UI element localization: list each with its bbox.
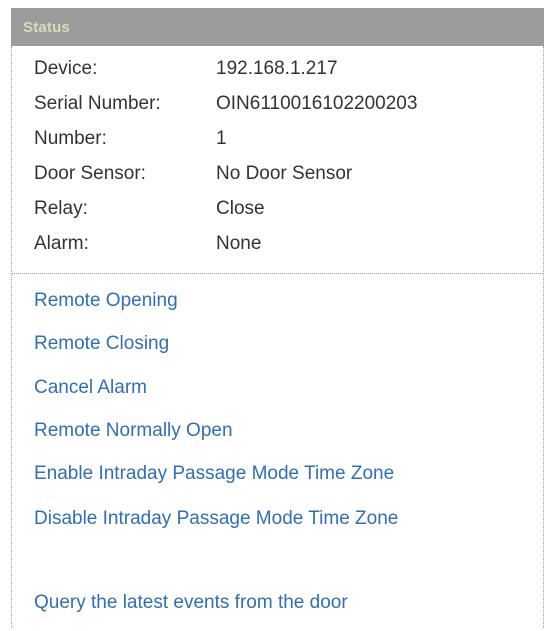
info-value: No Door Sensor [216,163,353,184]
info-label: Serial Number: [34,93,161,114]
disable-intraday-passage-mode-link[interactable]: Disable Intraday Passage Mode Time Zone [34,506,494,532]
info-label: Device: [34,58,98,79]
remote-opening-link[interactable]: Remote Opening [34,288,539,314]
panel-body: Device: 192.168.1.217 Serial Number: OIN… [11,46,544,628]
info-label: Door Sensor: [34,163,146,184]
panel-header: Status [11,8,544,46]
divider [12,273,543,274]
status-panel: Status Device: 192.168.1.217 Serial Numb… [11,8,544,628]
info-value: OIN6110016102200203 [216,93,418,114]
info-label: Relay: [34,198,88,219]
remote-normally-open-link[interactable]: Remote Normally Open [34,418,539,444]
info-label: Number: [34,128,107,149]
info-value: 192.168.1.217 [216,58,338,79]
info-value: None [216,233,262,254]
panel-title: Status [23,19,71,36]
remote-closing-link[interactable]: Remote Closing [34,331,539,357]
cancel-alarm-link[interactable]: Cancel Alarm [34,375,539,401]
info-label: Alarm: [34,233,89,254]
info-value: 1 [216,128,227,149]
query-latest-events-link[interactable]: Query the latest events from the door [34,590,539,616]
info-value: Close [216,198,265,219]
enable-intraday-passage-mode-link[interactable]: Enable Intraday Passage Mode Time Zone [34,461,539,487]
